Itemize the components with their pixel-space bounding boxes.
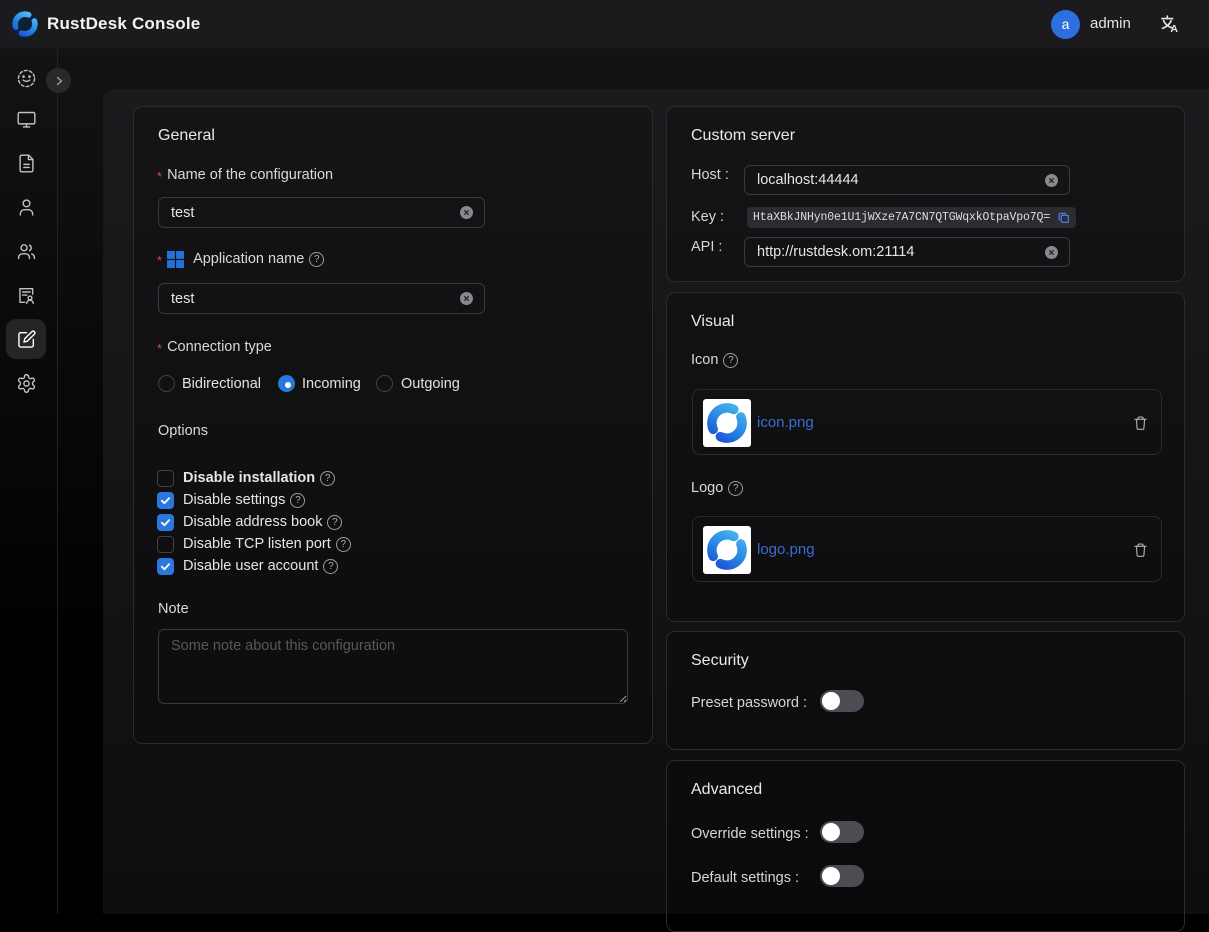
svg-text:A: A <box>1170 23 1178 34</box>
